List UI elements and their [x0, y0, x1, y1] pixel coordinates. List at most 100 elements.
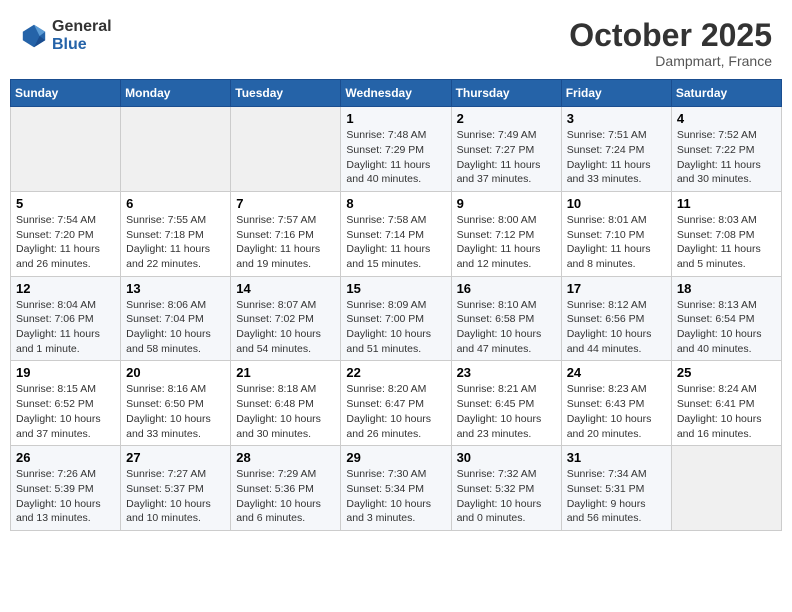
day-info: Sunrise: 7:55 AMSunset: 7:18 PMDaylight:… [126, 213, 225, 272]
day-info: Sunrise: 8:12 AMSunset: 6:56 PMDaylight:… [567, 298, 666, 357]
day-number: 24 [567, 365, 666, 380]
day-number: 23 [457, 365, 556, 380]
calendar-cell [11, 107, 121, 192]
weekday-header-row: SundayMondayTuesdayWednesdayThursdayFrid… [11, 80, 782, 107]
day-info: Sunrise: 7:30 AMSunset: 5:34 PMDaylight:… [346, 467, 445, 526]
day-number: 19 [16, 365, 115, 380]
day-number: 14 [236, 281, 335, 296]
day-info: Sunrise: 7:26 AMSunset: 5:39 PMDaylight:… [16, 467, 115, 526]
title-block: October 2025 Dampmart, France [569, 18, 772, 69]
day-number: 4 [677, 111, 776, 126]
logo: General Blue [20, 18, 112, 54]
location: Dampmart, France [569, 53, 772, 69]
calendar-cell: 18Sunrise: 8:13 AMSunset: 6:54 PMDayligh… [671, 276, 781, 361]
day-number: 12 [16, 281, 115, 296]
calendar-cell: 10 Sunrise: 8:01 AMSunset: 7:10 PMDayligh… [561, 191, 671, 276]
day-number: 5 [16, 196, 115, 211]
day-info: Sunrise: 7:57 AMSunset: 7:16 PMDaylight:… [236, 213, 335, 272]
logo-text: General Blue [52, 18, 112, 54]
day-info: Sunrise: 7:34 AMSunset: 5:31 PMDaylight:… [567, 467, 666, 526]
day-info: Sunrise: 8:01 AMSunset: 7:10 PMDaylight:… [567, 213, 666, 272]
day-number: 15 [346, 281, 445, 296]
day-info: Sunrise: 8:07 AMSunset: 7:02 PMDaylight:… [236, 298, 335, 357]
calendar-table: SundayMondayTuesdayWednesdayThursdayFrid… [10, 79, 782, 531]
day-number: 17 [567, 281, 666, 296]
weekday-header: Friday [561, 80, 671, 107]
calendar-cell: 3 Sunrise: 7:51 AMSunset: 7:24 PMDaylight… [561, 107, 671, 192]
day-number: 2 [457, 111, 556, 126]
calendar-cell: 25Sunrise: 8:24 AMSunset: 6:41 PMDayligh… [671, 361, 781, 446]
day-number: 22 [346, 365, 445, 380]
calendar-week-row: 12 Sunrise: 8:04 AMSunset: 7:06 PMDayligh… [11, 276, 782, 361]
day-info: Sunrise: 7:54 AMSunset: 7:20 PMDaylight:… [16, 213, 115, 272]
day-info: Sunrise: 8:10 AMSunset: 6:58 PMDaylight:… [457, 298, 556, 357]
day-number: 9 [457, 196, 556, 211]
calendar-cell [671, 446, 781, 531]
calendar-cell: 14 Sunrise: 8:07 AMSunset: 7:02 PMDayligh… [231, 276, 341, 361]
calendar-cell: 30 Sunrise: 7:32 AMSunset: 5:32 PMDayligh… [451, 446, 561, 531]
calendar-cell: 1 Sunrise: 7:48 AMSunset: 7:29 PMDaylight… [341, 107, 451, 192]
calendar-cell: 20Sunrise: 8:16 AMSunset: 6:50 PMDayligh… [121, 361, 231, 446]
day-number: 29 [346, 450, 445, 465]
calendar-cell: 27 Sunrise: 7:27 AMSunset: 5:37 PMDayligh… [121, 446, 231, 531]
day-info: Sunrise: 7:48 AMSunset: 7:29 PMDaylight:… [346, 128, 445, 187]
day-number: 1 [346, 111, 445, 126]
calendar-cell: 2 Sunrise: 7:49 AMSunset: 7:27 PMDaylight… [451, 107, 561, 192]
day-info: Sunrise: 8:16 AMSunset: 6:50 PMDaylight:… [126, 382, 225, 441]
weekday-header: Monday [121, 80, 231, 107]
day-number: 21 [236, 365, 335, 380]
day-info: Sunrise: 8:20 AMSunset: 6:47 PMDaylight:… [346, 382, 445, 441]
calendar-cell: 7 Sunrise: 7:57 AMSunset: 7:16 PMDaylight… [231, 191, 341, 276]
calendar-cell: 9 Sunrise: 8:00 AMSunset: 7:12 PMDaylight… [451, 191, 561, 276]
day-number: 27 [126, 450, 225, 465]
calendar-cell: 13Sunrise: 8:06 AMSunset: 7:04 PMDayligh… [121, 276, 231, 361]
day-number: 11 [677, 196, 776, 211]
weekday-header: Tuesday [231, 80, 341, 107]
logo-icon [20, 22, 48, 50]
calendar-cell: 19Sunrise: 8:15 AMSunset: 6:52 PMDayligh… [11, 361, 121, 446]
calendar-cell: 28Sunrise: 7:29 AMSunset: 5:36 PMDayligh… [231, 446, 341, 531]
calendar-week-row: 5 Sunrise: 7:54 AMSunset: 7:20 PMDaylight… [11, 191, 782, 276]
month-title: October 2025 [569, 18, 772, 53]
day-info: Sunrise: 8:06 AMSunset: 7:04 PMDaylight:… [126, 298, 225, 357]
calendar-week-row: 26 Sunrise: 7:26 AMSunset: 5:39 PMDayligh… [11, 446, 782, 531]
day-number: 8 [346, 196, 445, 211]
day-number: 30 [457, 450, 556, 465]
calendar-cell: 21 Sunrise: 8:18 AMSunset: 6:48 PMDayligh… [231, 361, 341, 446]
day-info: Sunrise: 7:27 AMSunset: 5:37 PMDaylight:… [126, 467, 225, 526]
calendar-cell: 15 Sunrise: 8:09 AMSunset: 7:00 PMDayligh… [341, 276, 451, 361]
day-number: 16 [457, 281, 556, 296]
calendar-cell: 22 Sunrise: 8:20 AMSunset: 6:47 PMDayligh… [341, 361, 451, 446]
calendar-cell: 23Sunrise: 8:21 AMSunset: 6:45 PMDayligh… [451, 361, 561, 446]
calendar-header: General Blue October 2025 Dampmart, Fran… [10, 10, 782, 73]
day-info: Sunrise: 8:24 AMSunset: 6:41 PMDaylight:… [677, 382, 776, 441]
calendar-cell: 4 Sunrise: 7:52 AMSunset: 7:22 PMDaylight… [671, 107, 781, 192]
day-info: Sunrise: 7:52 AMSunset: 7:22 PMDaylight:… [677, 128, 776, 187]
day-number: 18 [677, 281, 776, 296]
calendar-cell [121, 107, 231, 192]
calendar-cell [231, 107, 341, 192]
calendar-cell: 17 Sunrise: 8:12 AMSunset: 6:56 PMDayligh… [561, 276, 671, 361]
day-info: Sunrise: 8:00 AMSunset: 7:12 PMDaylight:… [457, 213, 556, 272]
day-info: Sunrise: 8:18 AMSunset: 6:48 PMDaylight:… [236, 382, 335, 441]
weekday-header: Sunday [11, 80, 121, 107]
calendar-cell: 24Sunrise: 8:23 AMSunset: 6:43 PMDayligh… [561, 361, 671, 446]
day-info: Sunrise: 7:29 AMSunset: 5:36 PMDaylight:… [236, 467, 335, 526]
day-info: Sunrise: 7:49 AMSunset: 7:27 PMDaylight:… [457, 128, 556, 187]
calendar-cell: 26 Sunrise: 7:26 AMSunset: 5:39 PMDayligh… [11, 446, 121, 531]
day-info: Sunrise: 8:09 AMSunset: 7:00 PMDaylight:… [346, 298, 445, 357]
calendar-cell: 8 Sunrise: 7:58 AMSunset: 7:14 PMDaylight… [341, 191, 451, 276]
day-info: Sunrise: 8:03 AMSunset: 7:08 PMDaylight:… [677, 213, 776, 272]
day-info: Sunrise: 7:58 AMSunset: 7:14 PMDaylight:… [346, 213, 445, 272]
calendar-cell: 16 Sunrise: 8:10 AMSunset: 6:58 PMDayligh… [451, 276, 561, 361]
day-number: 31 [567, 450, 666, 465]
day-info: Sunrise: 7:51 AMSunset: 7:24 PMDaylight:… [567, 128, 666, 187]
day-info: Sunrise: 7:32 AMSunset: 5:32 PMDaylight:… [457, 467, 556, 526]
day-number: 7 [236, 196, 335, 211]
day-number: 3 [567, 111, 666, 126]
day-info: Sunrise: 8:04 AMSunset: 7:06 PMDaylight:… [16, 298, 115, 357]
calendar-week-row: 19Sunrise: 8:15 AMSunset: 6:52 PMDayligh… [11, 361, 782, 446]
day-number: 10 [567, 196, 666, 211]
day-number: 26 [16, 450, 115, 465]
calendar-cell: 31 Sunrise: 7:34 AMSunset: 5:31 PMDayligh… [561, 446, 671, 531]
